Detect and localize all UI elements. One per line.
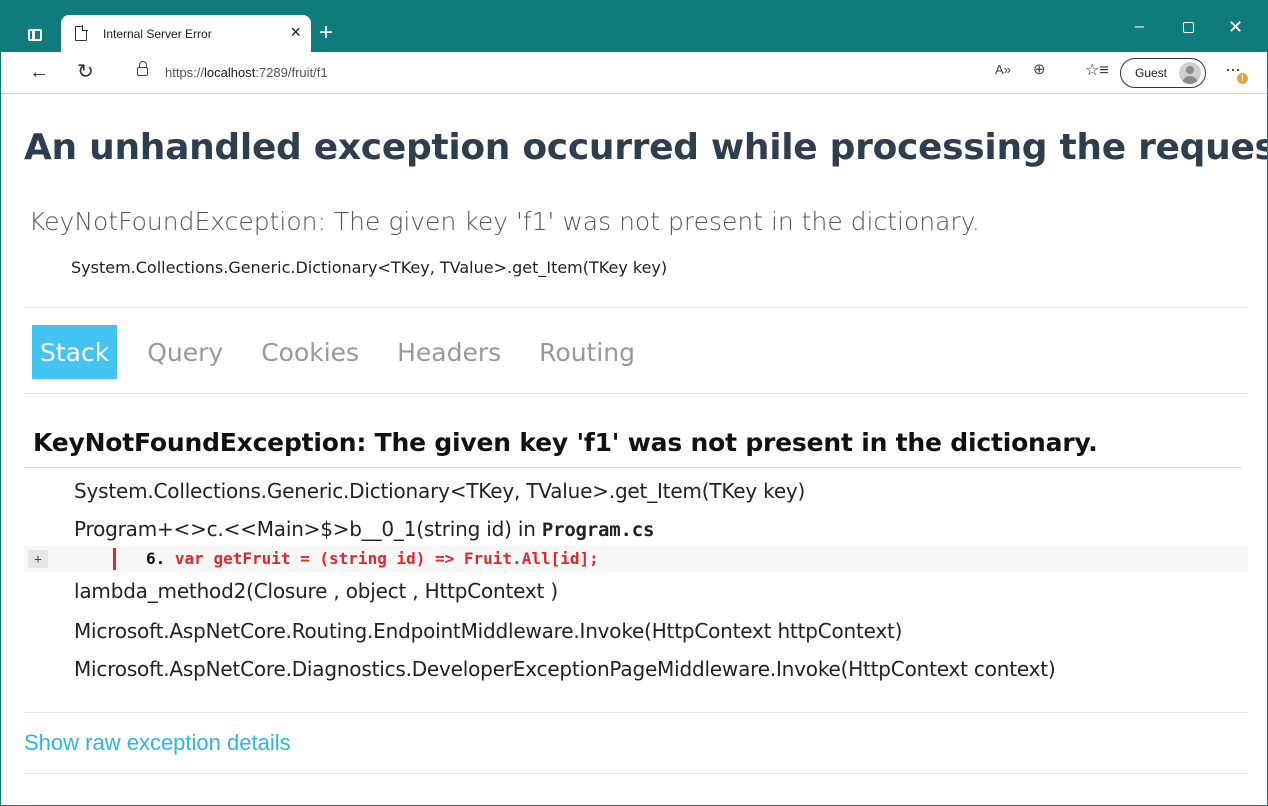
profile-label: Guest — [1135, 66, 1168, 80]
avatar — [1179, 62, 1201, 84]
tab-stack[interactable]: Stack — [32, 325, 118, 379]
read-aloud-icon[interactable]: A» — [995, 62, 1011, 77]
error-code: var getFruit = (string id) => Fruit.All[… — [174, 549, 599, 568]
stack-frame: Microsoft.AspNetCore.Diagnostics.Develop… — [74, 657, 1056, 681]
stack-frame: System.Collections.Generic.Dictionary<TK… — [74, 479, 806, 503]
url-scheme: https:// — [165, 65, 205, 80]
warning-badge-icon: ! — [1237, 73, 1248, 84]
profile-button[interactable]: Guest — [1120, 58, 1206, 88]
divider — [24, 773, 1248, 774]
tab-headers[interactable]: Headers — [389, 325, 509, 379]
divider — [24, 393, 1248, 394]
lock-icon[interactable] — [137, 61, 148, 76]
browser-window: Internal Server Error × + – ✕ ← ↻ https:… — [0, 0, 1268, 806]
tab-title: Internal Server Error — [103, 26, 212, 41]
divider — [24, 307, 1248, 308]
browser-tab[interactable]: Internal Server Error × — [61, 15, 311, 52]
error-line-marker — [113, 548, 116, 570]
exception-summary: KeyNotFoundException: The given key 'f1'… — [29, 207, 980, 236]
url-host: localhost — [204, 65, 256, 80]
line-number: 6. — [146, 549, 166, 568]
source-code-line: + 6. var getFruit = (string id) => Fruit… — [24, 546, 1248, 572]
page-icon — [75, 25, 88, 41]
tab-close-icon[interactable]: × — [290, 23, 301, 41]
favorites-icon[interactable]: ☆≡ — [1085, 60, 1109, 80]
reload-icon[interactable]: ↻ — [77, 60, 94, 84]
back-icon[interactable]: ← — [29, 60, 49, 84]
stack-frame-file: Program.cs — [541, 519, 655, 541]
stack-frame: lambda_method2(Closure , object , HttpCo… — [74, 579, 558, 603]
maximize-button[interactable] — [1183, 22, 1194, 33]
tab-actions-button[interactable] — [21, 23, 49, 47]
tab-routing[interactable]: Routing — [531, 325, 643, 379]
page-content: An unhandled exception occurred while pr… — [1, 95, 1267, 805]
stack-exception-title: KeyNotFoundException: The given key 'f1'… — [33, 428, 1098, 457]
title-bar: Internal Server Error × + – ✕ — [1, 1, 1267, 52]
detail-tabs: Stack Query Cookies Headers Routing — [32, 325, 665, 379]
tab-cookies[interactable]: Cookies — [253, 325, 367, 379]
close-window-button[interactable]: ✕ — [1228, 18, 1243, 36]
new-tab-button[interactable]: + — [319, 21, 333, 45]
tab-query[interactable]: Query — [139, 325, 231, 379]
stack-frame: Microsoft.AspNetCore.Routing.EndpointMid… — [74, 619, 903, 643]
url-text[interactable]: https://localhost:7289/fruit/f1 — [165, 65, 328, 80]
divider — [24, 712, 1248, 713]
source-code-text: 6. var getFruit = (string id) => Fruit.A… — [146, 549, 599, 568]
page-title: An unhandled exception occurred while pr… — [24, 127, 1268, 168]
exception-location: System.Collections.Generic.Dictionary<TK… — [71, 258, 668, 277]
show-raw-exception-link[interactable]: Show raw exception details — [24, 730, 291, 756]
tab-actions-icon — [28, 29, 42, 41]
divider — [24, 467, 1242, 468]
minimize-button[interactable]: – — [1135, 19, 1144, 35]
zoom-icon[interactable]: ⊕ — [1033, 60, 1046, 78]
stack-frame-method: Program+<>c.<<Main>$>b__0_1(string id) i… — [74, 517, 542, 541]
stack-frame: Program+<>c.<<Main>$>b__0_1(string id) i… — [74, 517, 654, 541]
address-bar[interactable]: https://localhost:7289/fruit/f1 — [117, 56, 1065, 90]
browser-toolbar: ← ↻ https://localhost:7289/fruit/f1 — [1, 52, 1267, 94]
url-path: :7289/fruit/f1 — [255, 65, 328, 80]
expand-source-button[interactable]: + — [28, 550, 48, 568]
